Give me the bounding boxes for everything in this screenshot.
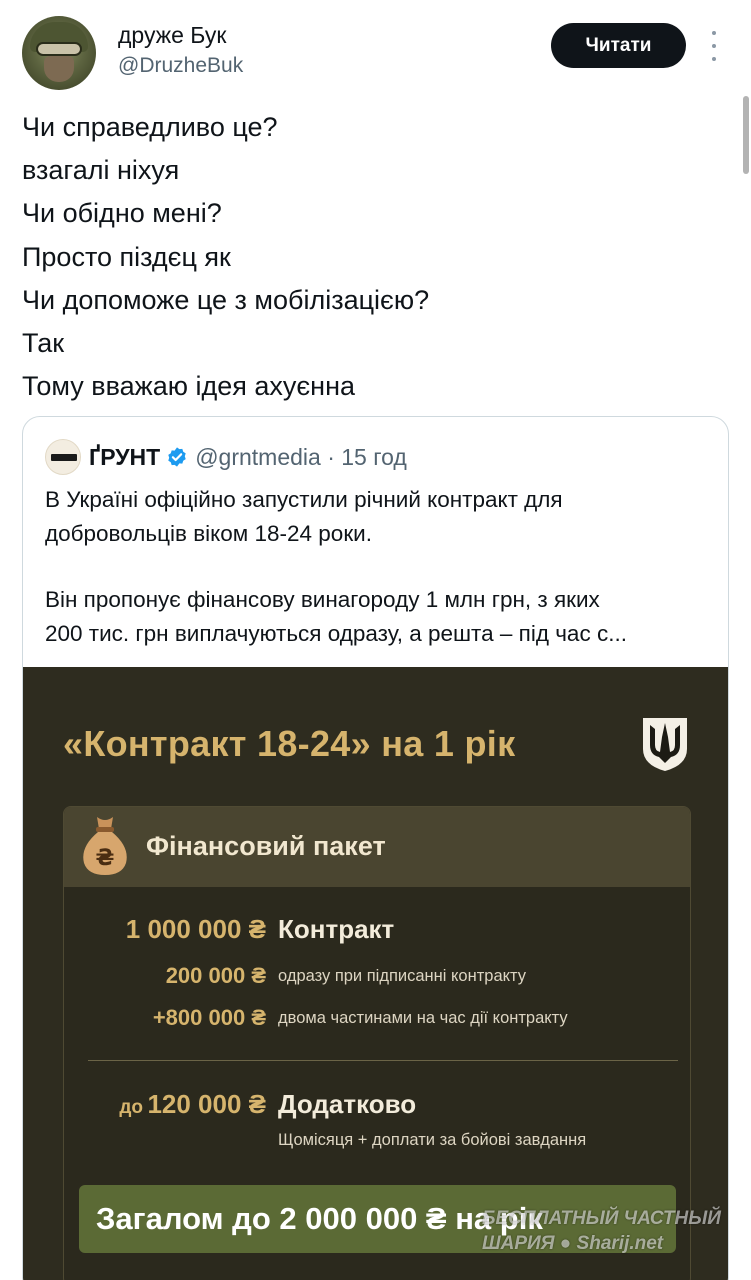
trident-emblem-icon (643, 718, 687, 771)
quoted-author-handle[interactable]: @grntmedia · 15 год (195, 444, 407, 471)
extra-label: Додатково (278, 1089, 417, 1119)
tweet-line: Тому вважаю ідея ахуєнна (22, 371, 356, 402)
watermark-line-2: ШАРИЯ ● Sharij.net (482, 1233, 664, 1254)
more-options-icon[interactable] (708, 31, 720, 61)
watermark-line-1: БЕСПЛАТНЫЙ ЧАСТНЫЙ (482, 1208, 721, 1229)
extra-amount: 120 000 ₴ (147, 1089, 266, 1119)
quote-line: 200 тис. грн виплачуються одразу, а решт… (45, 621, 627, 646)
rest-amount: +800 000 ₴ (152, 1005, 266, 1030)
upfront-label: одразу при підписанні контракту (278, 967, 527, 985)
quoted-tweet-text: В Україні офіційно запустили річний конт… (45, 483, 715, 651)
face-shape (44, 56, 74, 82)
rest-label: двома частинами на час дії контракту (278, 1009, 568, 1027)
upfront-amount: 200 000 ₴ (165, 963, 266, 988)
contract-amount: 1 000 000 ₴ (125, 914, 266, 944)
extra-subtext: Щомісяця + доплати за бойові завдання (278, 1131, 587, 1149)
follow-button[interactable]: Читати (551, 23, 686, 68)
author-name[interactable]: друже Бук (118, 22, 226, 49)
tweet-line: взагалі ніхуя (22, 155, 180, 186)
panel-title: Фінансовий пакет (146, 831, 386, 861)
verified-badge-icon (168, 447, 186, 467)
tweet-line: Чи обідно мені? (22, 198, 222, 229)
extra-amount-group: до 120 000 ₴ (119, 1089, 266, 1120)
author-handle[interactable]: @DruzheBuk (118, 54, 243, 78)
goggles-shape (36, 42, 82, 56)
tweet-line: Чи справедливо це? (22, 112, 278, 142)
quote-line: В Україні офіційно запустили річний конт… (45, 487, 563, 512)
site-watermark: БЕСПЛАТНЫЙ ЧАСТНЫЙ ШАРИЯ ● Sharij.net (482, 1206, 742, 1256)
money-bag-icon: ₴ (83, 817, 127, 875)
quoted-tweet-header: ҐРУНТ @grntmedia · 15 год (45, 439, 407, 475)
tweet-text: Чи справедливо це? взагалі ніхуя Чи обід… (22, 106, 722, 408)
quote-line: добровольців віком 18-24 роки. (45, 521, 372, 546)
tweet-line: Так (22, 328, 65, 359)
tweet-line: Просто піздєц як (22, 241, 231, 272)
contract-label: Контракт (278, 914, 395, 944)
media-title: «Контракт 18-24» на 1 рік (63, 723, 516, 764)
extra-prefix: до (119, 1097, 143, 1118)
tweet-line: Чи допоможе це з мобілізацією? (22, 284, 430, 315)
svg-text:₴: ₴ (96, 846, 115, 871)
quoted-media-image[interactable]: «Контракт 18-24» на 1 рік ₴ Фінансовий п… (23, 667, 728, 1280)
author-avatar[interactable] (22, 16, 96, 90)
panel-header: ₴ Фінансовий пакет (64, 807, 690, 887)
quote-line: Він пропонує фінансову винагороду 1 млн … (45, 587, 600, 612)
tweet-header: друже Бук @DruzheBuk Читати (0, 0, 751, 95)
grunt-logo-icon (45, 439, 81, 475)
panel-divider (88, 1060, 678, 1061)
scrollbar-thumb[interactable] (743, 96, 749, 174)
quoted-author-name[interactable]: ҐРУНТ (89, 444, 160, 471)
quoted-tweet[interactable]: ҐРУНТ @grntmedia · 15 год В Україні офіц… (22, 416, 729, 1280)
